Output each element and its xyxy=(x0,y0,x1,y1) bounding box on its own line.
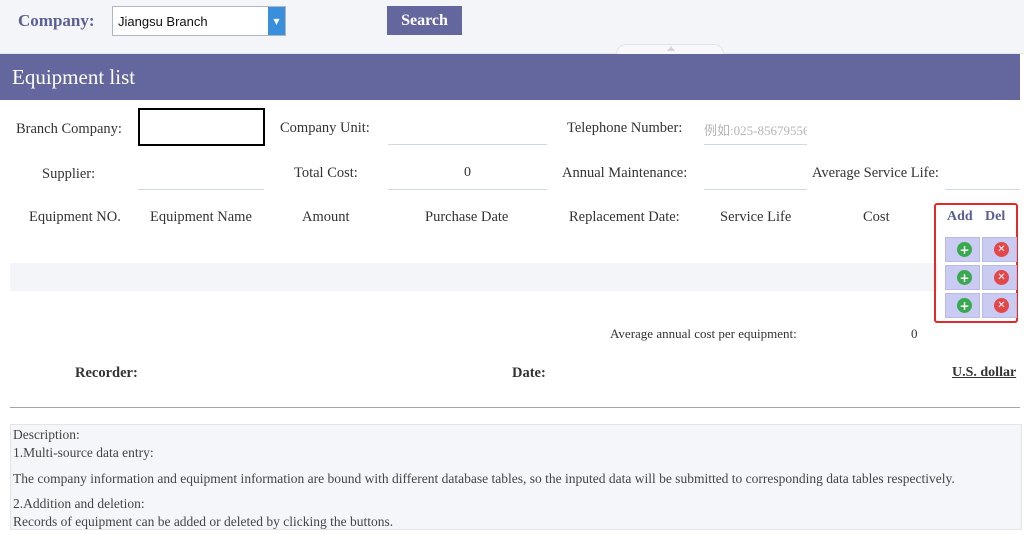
page-title: Equipment list xyxy=(12,65,136,89)
recorder-label: Recorder: xyxy=(75,365,138,381)
add-column-header: Add xyxy=(947,209,973,224)
column-header-replacement-date: Replacement Date: xyxy=(569,209,680,225)
avg-cost-value: 0 xyxy=(911,326,918,341)
company-unit-input[interactable] xyxy=(388,123,547,145)
column-header-equipment-no: Equipment NO. xyxy=(29,209,121,225)
description-item2-title: 2.Addition and deletion: xyxy=(13,496,145,511)
x-circle-icon: ✕ xyxy=(994,298,1009,313)
description-item1-text: The company information and equipment in… xyxy=(13,471,955,486)
add-row-button[interactable]: + xyxy=(945,237,980,262)
delete-row-button[interactable]: ✕ xyxy=(982,293,1017,318)
plus-circle-icon: + xyxy=(957,242,972,257)
plus-circle-icon: + xyxy=(957,298,972,313)
company-label: Company: xyxy=(18,11,95,30)
branch-company-label: Branch Company: xyxy=(16,121,122,137)
chevron-down-icon[interactable]: ▼ xyxy=(268,7,285,35)
column-header-purchase-date: Purchase Date xyxy=(425,209,509,225)
delete-row-button[interactable]: ✕ xyxy=(982,265,1017,290)
x-circle-icon: ✕ xyxy=(994,270,1009,285)
company-select-value: Jiangsu Branch xyxy=(118,14,208,29)
supplier-input[interactable] xyxy=(138,168,264,190)
avg-cost-label: Average annual cost per equipment: xyxy=(610,326,797,341)
description-item2-text: Records of equipment can be added or del… xyxy=(13,514,394,529)
description-item1-title: 1.Multi-source data entry: xyxy=(13,445,154,460)
branch-company-input[interactable] xyxy=(138,108,265,146)
chevron-up-icon xyxy=(667,46,675,51)
currency-link[interactable]: U.S. dollar xyxy=(952,365,1016,381)
column-header-amount: Amount xyxy=(302,209,350,225)
telephone-label: Telephone Number: xyxy=(567,120,683,136)
avg-service-life-label: Average Service Life: xyxy=(812,165,939,181)
add-row-button[interactable]: + xyxy=(945,265,980,290)
description-title: Description: xyxy=(13,427,80,442)
table-row xyxy=(10,263,938,291)
column-header-cost: Cost xyxy=(863,209,890,225)
total-cost-value: 0 xyxy=(464,165,471,180)
column-header-service-life: Service Life xyxy=(720,209,792,225)
annual-maintenance-input[interactable] xyxy=(704,168,807,190)
description-panel: Description: 1.Multi-source data entry: … xyxy=(10,424,1022,530)
search-button[interactable]: Search xyxy=(387,6,462,35)
del-column-header: Del xyxy=(985,209,1006,224)
column-header-equipment-name: Equipment Name xyxy=(150,209,252,225)
date-label: Date: xyxy=(512,365,546,381)
plus-circle-icon: + xyxy=(957,270,972,285)
top-toolbar: Company: Jiangsu Branch ▼ Search xyxy=(0,0,1024,56)
company-select[interactable]: Jiangsu Branch ▼ xyxy=(112,6,286,36)
telephone-placeholder: 例如:025-85679556 xyxy=(704,123,807,138)
annual-maintenance-label: Annual Maintenance: xyxy=(562,165,688,181)
divider xyxy=(10,407,1020,408)
avg-service-life-input[interactable] xyxy=(945,168,1020,190)
add-row-button[interactable]: + xyxy=(945,293,980,318)
delete-row-button[interactable]: ✕ xyxy=(982,237,1017,262)
company-unit-label: Company Unit: xyxy=(280,120,370,136)
page-header: Equipment list xyxy=(0,54,1020,100)
x-circle-icon: ✕ xyxy=(994,242,1009,257)
supplier-label: Supplier: xyxy=(42,166,96,182)
total-cost-label: Total Cost: xyxy=(294,165,358,181)
